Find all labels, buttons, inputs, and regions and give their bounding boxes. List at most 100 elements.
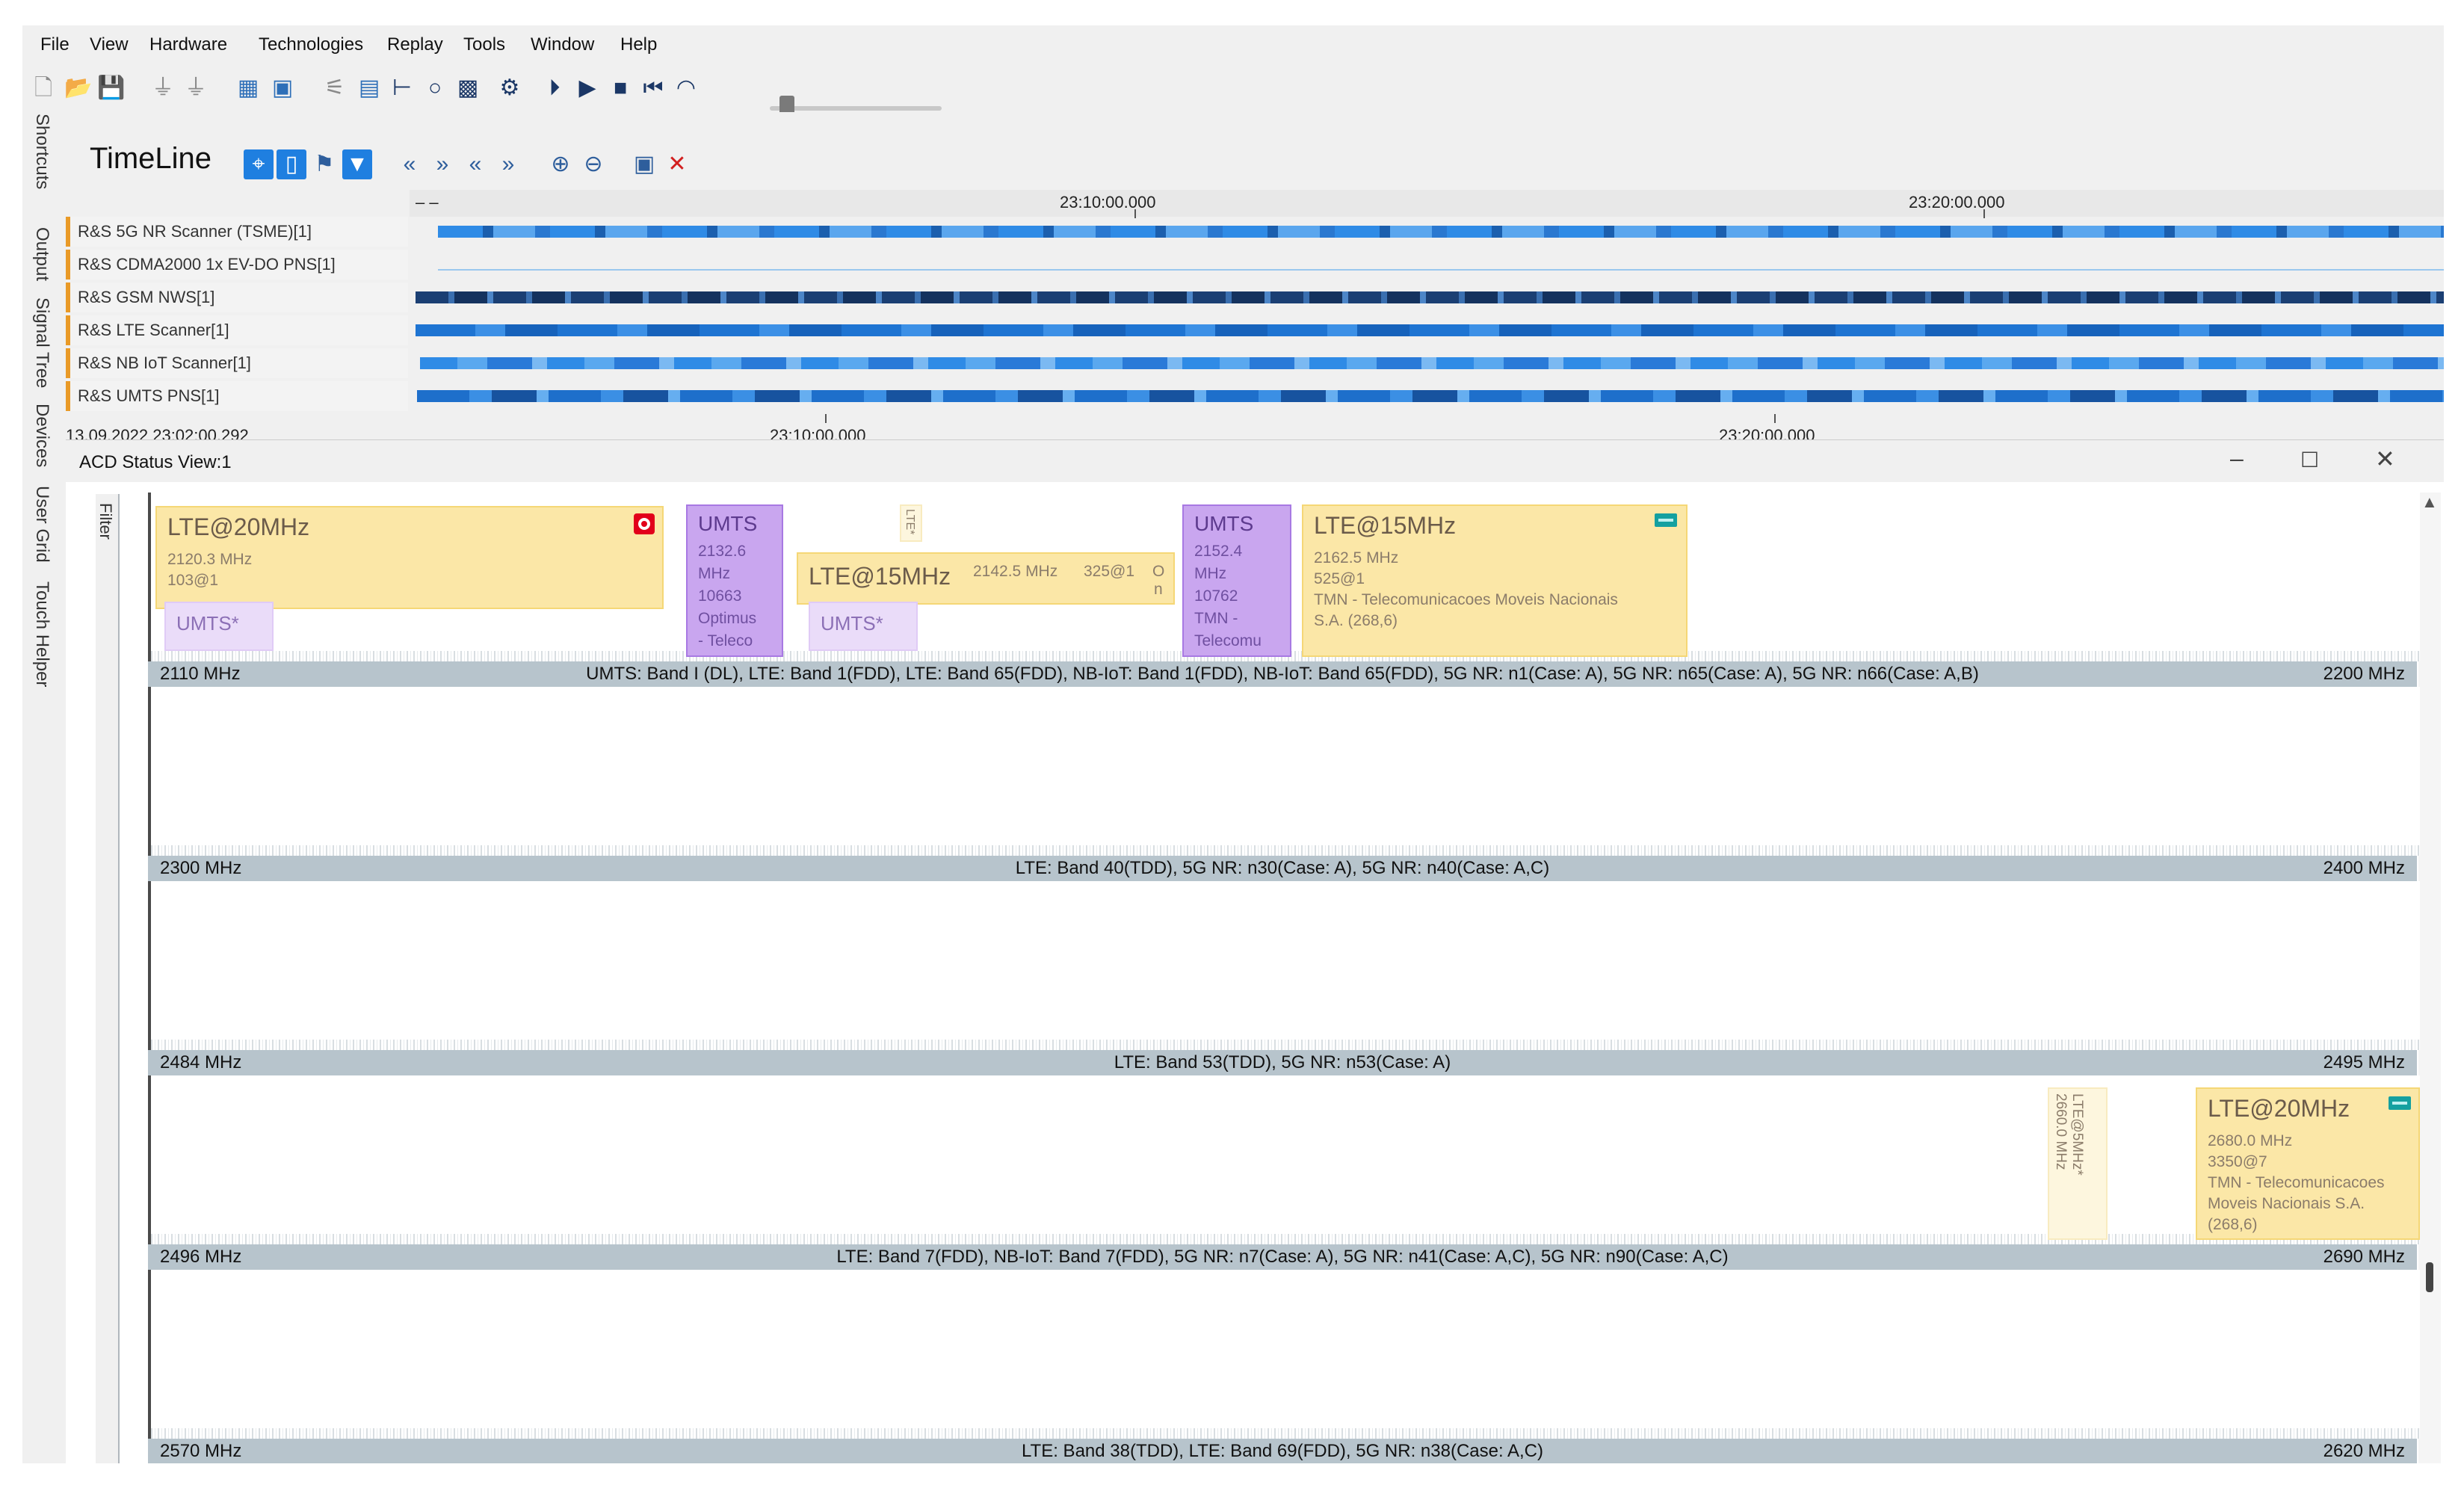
track-label-gsm[interactable]: R&S GSM NWS[1] [66,283,408,312]
side-tab-signal-tree[interactable]: Signal Tree [31,297,52,388]
side-tab-output[interactable]: Output [31,227,52,281]
zoom-in-icon[interactable]: ⊕ [546,149,575,179]
band-row: 2300 MHz LTE: Band 40(TDD), 5G NR: n30(C… [148,687,2420,881]
band-end-freq: 2400 MHz [2323,858,2405,878]
track-bar-lte[interactable] [416,324,2444,336]
scroll-up-arrow-icon[interactable]: ▲ [2421,493,2438,512]
band-description: UMTS: Band I (DL), LTE: Band 1(FDD), LTE… [586,664,1979,684]
stop-icon[interactable]: ■ [607,75,634,102]
lte-card[interactable]: LTE@15MHz 2142.5 MHz 325@1 O n [797,552,1175,605]
scrollbar-thumb[interactable] [2426,1262,2433,1292]
filter-label[interactable]: Filter [96,503,115,540]
maximize-button[interactable]: ☐ [2300,448,2319,472]
timeline-clear-icon[interactable]: ✕ [662,149,692,179]
filter-tab[interactable]: Filter [96,494,120,1463]
tree-icon[interactable]: ⊢ [389,75,416,102]
spectrum-noise [151,845,2420,856]
lte-vertical-card[interactable]: LTE@5MHz* 2660.0 MHz [2048,1087,2108,1240]
ruler-bottom-tick [1774,414,1776,423]
save-icon[interactable]: 💾 [97,75,125,102]
timeline-flag-icon[interactable]: ⚑ [309,149,339,179]
play-step-icon[interactable]: ⏵ [541,75,568,102]
replay-slider-track[interactable] [770,106,942,111]
track-bar-5g-nr[interactable] [438,226,2444,238]
timeline-export-icon[interactable]: ▣ [629,149,659,179]
grid-icon[interactable]: ▩ [454,75,481,102]
track-label-5g-nr[interactable]: R&S 5G NR Scanner (TSME)[1] [66,217,408,247]
track-label-umts[interactable]: R&S UMTS PNS[1] [66,381,408,411]
workspace-icon[interactable]: ▣ [269,75,296,102]
umts-card[interactable]: UMTS 2132.6 MHz 10663 Optimus - Teleco [686,504,783,657]
circle-icon[interactable]: ○ [422,75,448,102]
device-config-icon[interactable]: ⚟ [321,75,348,102]
chart-icon[interactable]: ▤ [356,75,383,102]
card-cell: 325@1 [1084,563,1135,580]
timeline-select-icon[interactable]: ▯ [277,149,306,179]
track-bar-umts[interactable] [417,390,2444,402]
lte-card[interactable]: LTE@15MHz 2162.5 MHz 525@1 TMN - Telecom… [1302,504,1688,657]
play-icon[interactable]: ▶ [574,75,601,102]
speed-icon[interactable]: ◠ [673,75,700,102]
card-frequency: 2660.0 MHz [2053,1093,2069,1170]
open-folder-icon[interactable]: 📂 [64,75,92,102]
card-frequency: 2120.3 MHz [167,551,253,568]
layout-icon[interactable]: ▦ [235,75,262,102]
track-label-nb-iot[interactable]: R&S NB IoT Scanner[1] [66,348,408,378]
card-title: LTE@5MHz* [2069,1093,2085,1176]
side-tab-touch-helper[interactable]: Touch Helper [31,581,52,687]
band-end-freq: 2620 MHz [2323,1441,2405,1461]
device-connect-icon[interactable]: ⏚ [149,75,176,102]
umts-faint-card[interactable]: UMTS* [164,602,274,651]
zoom-out-icon[interactable]: ⊖ [578,149,608,179]
lte-card[interactable]: LTE@20MHz 2680.0 MHz 3350@7 TMN - Teleco… [2196,1087,2420,1240]
vertical-scrollbar[interactable]: ▲ [2418,493,2441,1463]
settings-icon[interactable]: ⚙ [496,75,523,102]
card-operator: Telecomu [1194,632,1262,649]
device-disconnect-icon[interactable]: ⏚ [182,75,209,102]
card-unit: MHz [1194,565,1227,582]
menu-tools[interactable]: Tools [463,34,505,55]
menu-window[interactable]: Window [531,34,594,55]
band-description: LTE: Band 53(TDD), 5G NR: n53(Case: A) [1114,1052,1451,1072]
track-label-lte[interactable]: R&S LTE Scanner[1] [66,315,408,345]
menu-hardware[interactable]: Hardware [149,34,227,55]
band-row: LTE@5MHz* 2660.0 MHz LTE@20MHz 2680.0 MH… [148,1075,2420,1270]
card-title: LTE@20MHz [2208,1095,2350,1122]
card-unit: MHz [698,565,731,582]
timeline-sync-icon[interactable]: ⌖ [244,149,274,179]
side-tab-user-grid[interactable]: User Grid [31,486,52,563]
band-description: LTE: Band 38(TDD), LTE: Band 69(FDD), 5G… [1021,1441,1543,1461]
track-bar-nb-iot[interactable] [420,357,2444,369]
menu-view[interactable]: View [90,34,129,55]
track-bar-gsm[interactable] [416,291,2444,303]
minimize-button[interactable]: – [2230,445,2244,472]
band-label-bar: 2300 MHz LTE: Band 40(TDD), 5G NR: n30(C… [148,856,2417,881]
new-file-icon[interactable]: 🗋 [30,75,57,102]
jump-prev-icon[interactable]: « [395,149,424,179]
jump-next-marker-icon[interactable]: » [493,149,523,179]
band-spectrum-area [148,881,2420,1050]
side-tab-devices[interactable]: Devices [31,404,52,467]
side-tab-shortcuts[interactable]: Shortcuts [31,114,52,189]
lte-small-card[interactable]: LTE* [900,504,922,542]
menu-help[interactable]: Help [620,34,657,55]
lte-card[interactable]: LTE@20MHz 2120.3 MHz 103@1 [155,506,664,609]
jump-prev-marker-icon[interactable]: « [460,149,490,179]
rewind-icon[interactable]: ⏮ [640,75,667,102]
menu-technologies[interactable]: Technologies [259,34,363,55]
card-channel: 10663 [698,587,742,605]
umts-faint-card[interactable]: UMTS* [809,602,918,651]
band-label-bar: 2496 MHz LTE: Band 7(FDD), NB-IoT: Band … [148,1244,2417,1270]
band-end-freq: 2200 MHz [2323,664,2405,684]
umts-card[interactable]: UMTS 2152.4 MHz 10762 TMN - Telecomu [1182,504,1291,657]
timeline-filter-icon[interactable]: ▼ [342,149,372,179]
track-label-cdma2000[interactable]: R&S CDMA2000 1x EV-DO PNS[1] [66,250,408,280]
spectrum-noise [151,1428,2420,1439]
close-button[interactable]: ✕ [2375,445,2395,473]
band-row: 2570 MHz LTE: Band 38(TDD), LTE: Band 69… [148,1270,2420,1463]
menu-file[interactable]: File [40,34,70,55]
track-bar-cdma2000[interactable] [438,269,2444,271]
menu-replay[interactable]: Replay [387,34,443,55]
jump-next-icon[interactable]: » [427,149,457,179]
timeline-title: TimeLine [90,142,212,175]
